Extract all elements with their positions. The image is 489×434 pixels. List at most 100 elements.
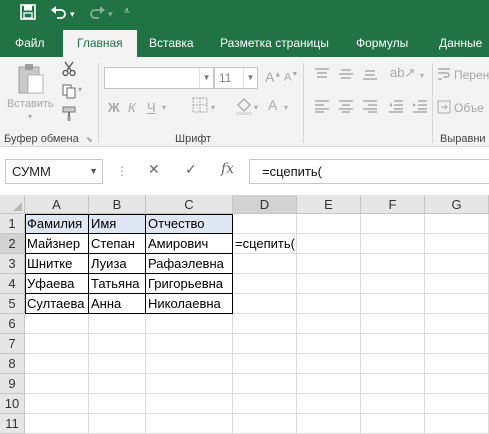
increase-font-icon[interactable]: A▲ (265, 69, 281, 85)
cell-a4[interactable]: Уфаева (25, 274, 89, 294)
align-center-icon[interactable] (338, 99, 354, 116)
empty-cell[interactable] (297, 314, 361, 334)
row-header-9[interactable]: 9 (0, 374, 25, 394)
font-color-icon[interactable]: A (268, 97, 277, 113)
empty-cell[interactable] (233, 414, 297, 434)
formula-input[interactable]: =сцепить( (249, 159, 489, 184)
cell-a1[interactable]: Фамилия (25, 214, 89, 234)
empty-cell[interactable] (297, 334, 361, 354)
empty-cell[interactable] (25, 334, 89, 354)
chevron-down-icon[interactable]: ▼ (89, 160, 98, 183)
empty-cell[interactable] (25, 394, 89, 414)
decrease-indent-icon[interactable] (388, 99, 404, 116)
row-header-10[interactable]: 10 (0, 394, 25, 414)
increase-indent-icon[interactable] (412, 99, 428, 116)
empty-cell[interactable] (361, 354, 425, 374)
empty-cell[interactable] (146, 394, 233, 414)
row-header-5[interactable]: 5 (0, 294, 25, 314)
empty-cell[interactable] (25, 314, 89, 334)
cut-icon[interactable] (62, 61, 76, 80)
empty-cell[interactable] (297, 214, 361, 234)
empty-cell[interactable] (25, 374, 89, 394)
empty-cell[interactable] (233, 214, 297, 234)
cell-c4[interactable]: Григорьевна (146, 274, 233, 294)
tab-file[interactable]: Файл (15, 30, 45, 57)
empty-cell[interactable] (425, 334, 489, 354)
empty-cell[interactable] (297, 274, 361, 294)
cell-a5[interactable]: Султаева (25, 294, 89, 314)
customize-icon[interactable]: ⩡ (124, 6, 130, 17)
cell-b4[interactable]: Татьяна (89, 274, 146, 294)
empty-cell[interactable] (425, 414, 489, 434)
column-header-e[interactable]: E (297, 195, 361, 214)
column-header-c[interactable]: C (146, 195, 233, 214)
tab-page-layout[interactable]: Разметка страницы (220, 30, 329, 57)
empty-cell[interactable] (425, 214, 489, 234)
empty-cell[interactable] (361, 274, 425, 294)
empty-cell[interactable] (146, 354, 233, 374)
empty-cell[interactable] (233, 254, 297, 274)
orientation-dropdown-icon[interactable]: ▾ (420, 71, 424, 80)
cell-a3[interactable]: Шнитке (25, 254, 89, 274)
empty-cell[interactable] (425, 254, 489, 274)
cell-b3[interactable]: Луиза (89, 254, 146, 274)
empty-cell[interactable] (89, 314, 146, 334)
insert-function-icon[interactable]: fx (221, 161, 234, 177)
cell-d2-editing[interactable]: =сцепить( (233, 234, 297, 254)
empty-cell[interactable] (233, 394, 297, 414)
empty-cell[interactable] (361, 254, 425, 274)
paste-icon[interactable] (16, 63, 46, 98)
merge-icon[interactable] (437, 100, 451, 117)
tab-formulas[interactable]: Формулы (356, 30, 408, 57)
empty-cell[interactable] (425, 354, 489, 374)
empty-cell[interactable] (425, 274, 489, 294)
column-header-a[interactable]: A (25, 195, 89, 214)
paste-dropdown-icon[interactable]: ▾ (28, 112, 32, 121)
empty-cell[interactable] (297, 414, 361, 434)
empty-cell[interactable] (233, 334, 297, 354)
empty-cell[interactable] (89, 334, 146, 354)
copy-icon[interactable] (62, 84, 76, 102)
empty-cell[interactable] (361, 214, 425, 234)
font-color-dropdown-icon[interactable]: ▾ (284, 103, 288, 112)
column-header-f[interactable]: F (361, 195, 425, 214)
cancel-icon[interactable]: ✕ (148, 161, 160, 178)
empty-cell[interactable] (361, 234, 425, 254)
empty-cell[interactable] (233, 354, 297, 374)
empty-cell[interactable] (233, 314, 297, 334)
borders-icon[interactable] (192, 97, 208, 116)
wrap-text-icon[interactable] (437, 67, 451, 84)
align-right-icon[interactable] (362, 99, 378, 116)
wrap-text-button[interactable]: Перен (454, 68, 489, 82)
cell-a2[interactable]: Майзнер (25, 234, 89, 254)
empty-cell[interactable] (146, 334, 233, 354)
empty-cell[interactable] (361, 334, 425, 354)
orientation-icon[interactable]: ab↗ (390, 65, 415, 81)
empty-cell[interactable] (425, 294, 489, 314)
column-header-b[interactable]: B (89, 195, 146, 214)
row-header-3[interactable]: 3 (0, 254, 25, 274)
copy-dropdown-icon[interactable]: ▾ (78, 85, 82, 94)
empty-cell[interactable] (425, 314, 489, 334)
cell-c3[interactable]: Рафаэлевна (146, 254, 233, 274)
cell-b1[interactable]: Имя (89, 214, 146, 234)
cell-c1[interactable]: Отчество (146, 214, 233, 234)
empty-cell[interactable] (89, 354, 146, 374)
tab-data[interactable]: Данные (439, 30, 482, 57)
italic-button[interactable]: К (128, 100, 136, 115)
empty-cell[interactable] (425, 394, 489, 414)
fill-color-icon[interactable] (235, 97, 253, 118)
cell-c5[interactable]: Николаевна (146, 294, 233, 314)
merge-button[interactable]: Объе (454, 101, 484, 115)
empty-cell[interactable] (146, 314, 233, 334)
format-painter-icon[interactable] (62, 106, 76, 125)
underline-button[interactable]: Ч (147, 100, 156, 115)
row-header-6[interactable]: 6 (0, 314, 25, 334)
empty-cell[interactable] (89, 414, 146, 434)
empty-cell[interactable] (25, 414, 89, 434)
decrease-font-icon[interactable]: A▼ (284, 71, 298, 84)
chevron-down-icon[interactable]: ▼ (199, 68, 213, 88)
empty-cell[interactable] (361, 374, 425, 394)
row-header-8[interactable]: 8 (0, 354, 25, 374)
underline-dropdown-icon[interactable]: ▾ (162, 103, 166, 112)
